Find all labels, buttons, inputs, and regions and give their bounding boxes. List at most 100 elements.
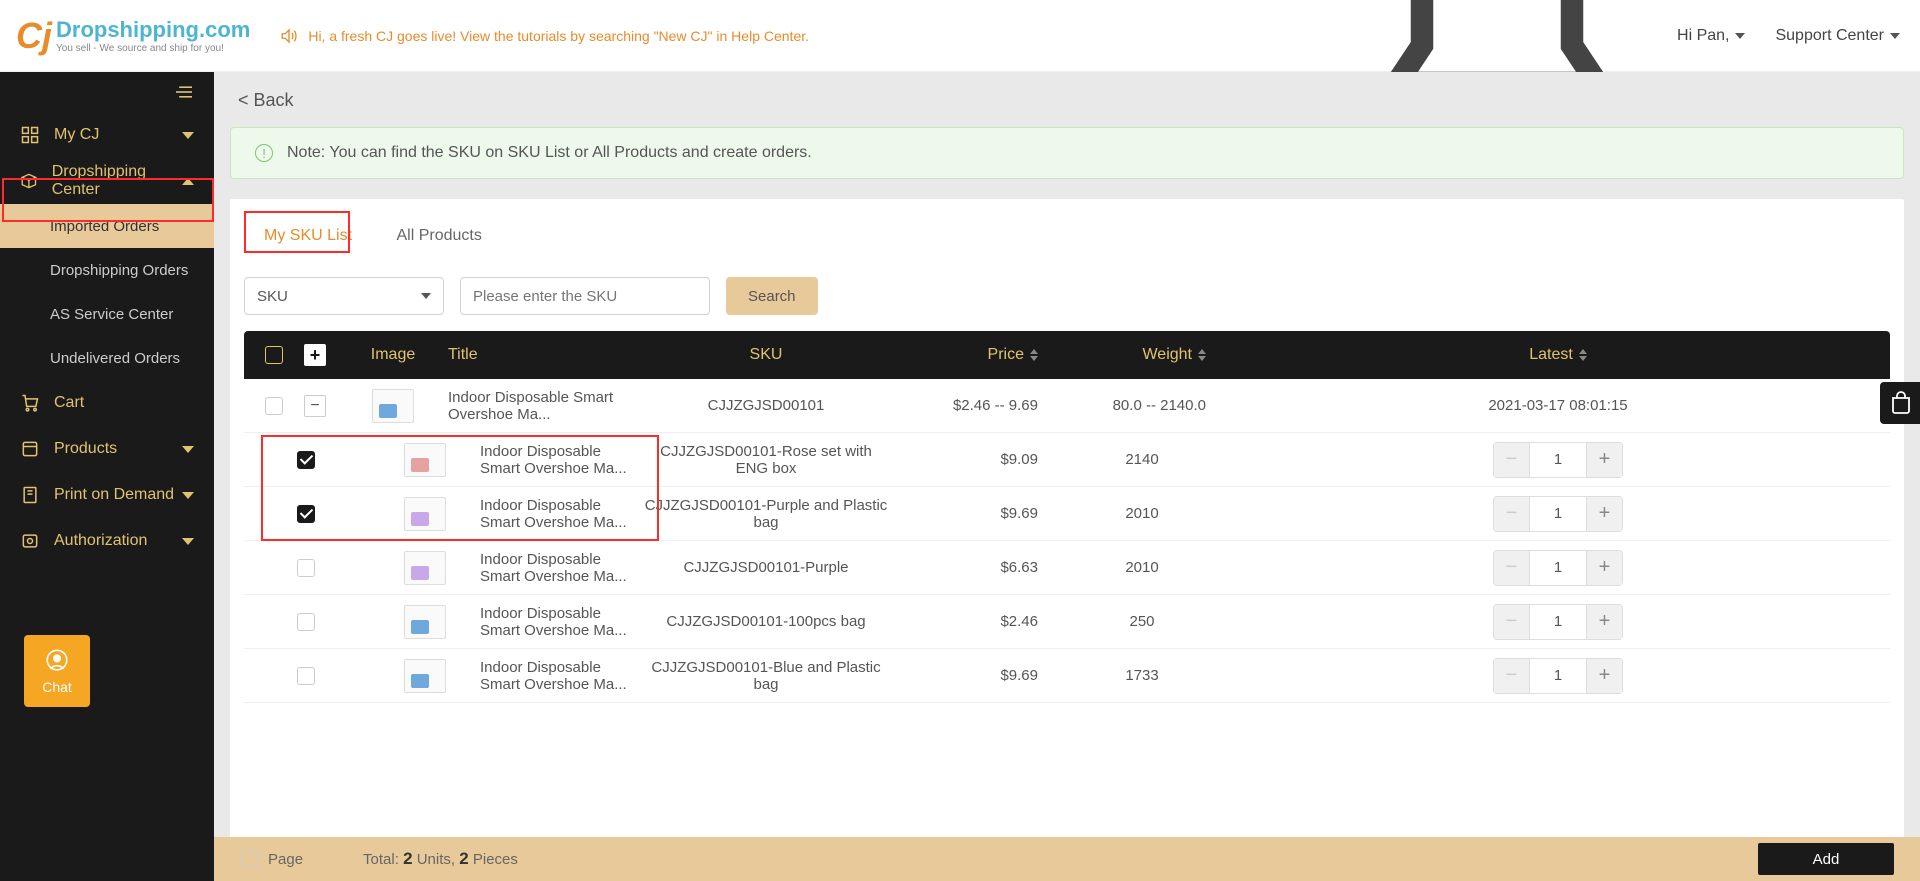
- row-price: $6.63: [890, 559, 1058, 576]
- th-latest[interactable]: Latest: [1226, 346, 1890, 364]
- sidebar-item-authorization[interactable]: Authorization: [0, 518, 214, 564]
- cart-floater[interactable]: [1880, 382, 1920, 424]
- user-menu[interactable]: Hi Pan,: [1677, 27, 1745, 45]
- support-label: Support Center: [1775, 27, 1884, 45]
- sidebar-item-imported-orders[interactable]: Imported Orders: [0, 204, 214, 248]
- footer-total: Total: 2 Units, 2 Pieces: [363, 849, 518, 869]
- qty-value: 1: [1530, 505, 1586, 522]
- products-icon: [20, 439, 40, 459]
- qty-minus-button[interactable]: −: [1494, 551, 1530, 585]
- chevron-down-icon: [182, 538, 194, 545]
- row-checkbox[interactable]: [297, 559, 315, 577]
- cart-icon: [20, 393, 40, 413]
- sku-panel: My SKU List All Products SKU Search + Im…: [230, 199, 1904, 881]
- main-content: < Back ! Note: You can find the SKU on S…: [214, 72, 1920, 881]
- row-checkbox[interactable]: [265, 397, 283, 415]
- row-sku: CJJZGJSD00101-Purple and Plastic bag: [642, 497, 890, 531]
- menu-collapse-button[interactable]: [0, 72, 214, 112]
- sku-table: + Image Title SKU Price Weight Latest −I…: [230, 331, 1904, 881]
- qty-plus-button[interactable]: +: [1586, 551, 1622, 585]
- tab-all-products[interactable]: All Products: [376, 219, 501, 253]
- sidebar-item-label: Authorization: [54, 532, 147, 550]
- sidebar-item-undelivered-orders[interactable]: Undelivered Orders: [0, 336, 214, 380]
- user-greeting: Hi Pan,: [1677, 27, 1729, 45]
- product-thumbnail: [404, 497, 446, 531]
- info-icon: !: [255, 144, 273, 162]
- back-button[interactable]: < Back: [230, 90, 1904, 127]
- row-sku: CJJZGJSD00101-Rose set with ENG box: [642, 443, 890, 477]
- sidebar-item-products[interactable]: Products: [0, 426, 214, 472]
- row-checkbox[interactable]: [297, 505, 315, 523]
- row-checkbox[interactable]: [297, 667, 315, 685]
- sidebar-item-my-cj[interactable]: My CJ: [0, 112, 214, 158]
- expand-all-button[interactable]: +: [304, 344, 326, 366]
- row-weight: 2010: [1058, 559, 1226, 576]
- qty-minus-button[interactable]: −: [1494, 605, 1530, 639]
- header-message-text: Hi, a fresh CJ goes live! View the tutor…: [308, 28, 809, 44]
- header-message: Hi, a fresh CJ goes live! View the tutor…: [280, 27, 809, 45]
- row-checkbox[interactable]: [297, 613, 315, 631]
- support-center-menu[interactable]: Support Center: [1775, 27, 1900, 45]
- info-banner-text: Note: You can find the SKU on SKU List o…: [287, 144, 812, 162]
- chevron-down-icon: [1890, 33, 1900, 39]
- sidebar-item-label: Cart: [54, 394, 84, 412]
- tab-my-sku-list[interactable]: My SKU List: [244, 219, 372, 253]
- chat-icon: [44, 647, 70, 673]
- qty-plus-button[interactable]: +: [1586, 497, 1622, 531]
- quantity-stepper: −1+: [1493, 442, 1623, 478]
- sidebar-item-print-on-demand[interactable]: Print on Demand: [0, 472, 214, 518]
- select-all-checkbox[interactable]: [265, 346, 283, 364]
- logo[interactable]: Cj Dropshipping.com You sell - We source…: [16, 15, 250, 57]
- product-thumbnail: [372, 389, 414, 423]
- info-banner: ! Note: You can find the SKU on SKU List…: [230, 127, 1904, 179]
- sidebar-item-cart[interactable]: Cart: [0, 380, 214, 426]
- row-checkbox[interactable]: [297, 451, 315, 469]
- logo-main: Dropshipping.com: [56, 17, 250, 43]
- sidebar-item-label: Dropshipping Center: [52, 163, 182, 199]
- footer-page-checkbox[interactable]: [240, 850, 258, 868]
- pod-icon: [20, 485, 40, 505]
- sku-select[interactable]: SKU: [244, 277, 444, 315]
- row-sku: CJJZGJSD00101: [642, 397, 890, 414]
- row-sku: CJJZGJSD00101-Purple: [642, 559, 890, 576]
- product-thumbnail: [404, 443, 446, 477]
- chat-label: Chat: [42, 679, 72, 695]
- product-thumbnail: [404, 605, 446, 639]
- sidebar-item-as-service-center[interactable]: AS Service Center: [0, 292, 214, 336]
- collapse-button[interactable]: −: [304, 395, 326, 417]
- product-thumbnail: [404, 659, 446, 693]
- chat-button[interactable]: Chat: [24, 635, 90, 707]
- sidebar-item-label: My CJ: [54, 126, 99, 144]
- row-title: Indoor Disposable Smart Overshoe Ma...: [470, 659, 642, 693]
- th-price[interactable]: Price: [890, 346, 1058, 364]
- row-title: Indoor Disposable Smart Overshoe Ma...: [470, 551, 642, 585]
- chevron-up-icon: [182, 178, 194, 185]
- row-weight: 2010: [1058, 505, 1226, 522]
- th-image: Image: [348, 346, 438, 364]
- quantity-stepper: −1+: [1493, 604, 1623, 640]
- sort-icon: [1579, 349, 1587, 361]
- row-price: $9.69: [890, 667, 1058, 684]
- table-row: Indoor Disposable Smart Overshoe Ma...CJ…: [244, 595, 1890, 649]
- sidebar-item-dropshipping-center[interactable]: Dropshipping Center: [0, 158, 214, 204]
- sidebar-item-dropshipping-orders[interactable]: Dropshipping Orders: [0, 248, 214, 292]
- qty-plus-button[interactable]: +: [1586, 605, 1622, 639]
- quantity-stepper: −1+: [1493, 550, 1623, 586]
- sku-input[interactable]: [460, 277, 710, 315]
- table-row: Indoor Disposable Smart Overshoe Ma...CJ…: [244, 487, 1890, 541]
- search-button[interactable]: Search: [726, 277, 818, 315]
- header: Cj Dropshipping.com You sell - We source…: [0, 0, 1920, 72]
- quantity-stepper: −1+: [1493, 496, 1623, 532]
- box-icon: [20, 171, 38, 191]
- sort-icon: [1030, 349, 1038, 361]
- row-sku: CJJZGJSD00101-100pcs bag: [642, 613, 890, 630]
- table-row: Indoor Disposable Smart Overshoe Ma...CJ…: [244, 649, 1890, 703]
- qty-minus-button[interactable]: −: [1494, 497, 1530, 531]
- hamburger-icon: [174, 84, 194, 100]
- qty-plus-button[interactable]: +: [1586, 443, 1622, 477]
- add-button[interactable]: Add: [1758, 843, 1894, 875]
- th-weight[interactable]: Weight: [1058, 346, 1226, 364]
- qty-minus-button[interactable]: −: [1494, 443, 1530, 477]
- qty-plus-button[interactable]: +: [1586, 659, 1622, 693]
- qty-minus-button[interactable]: −: [1494, 659, 1530, 693]
